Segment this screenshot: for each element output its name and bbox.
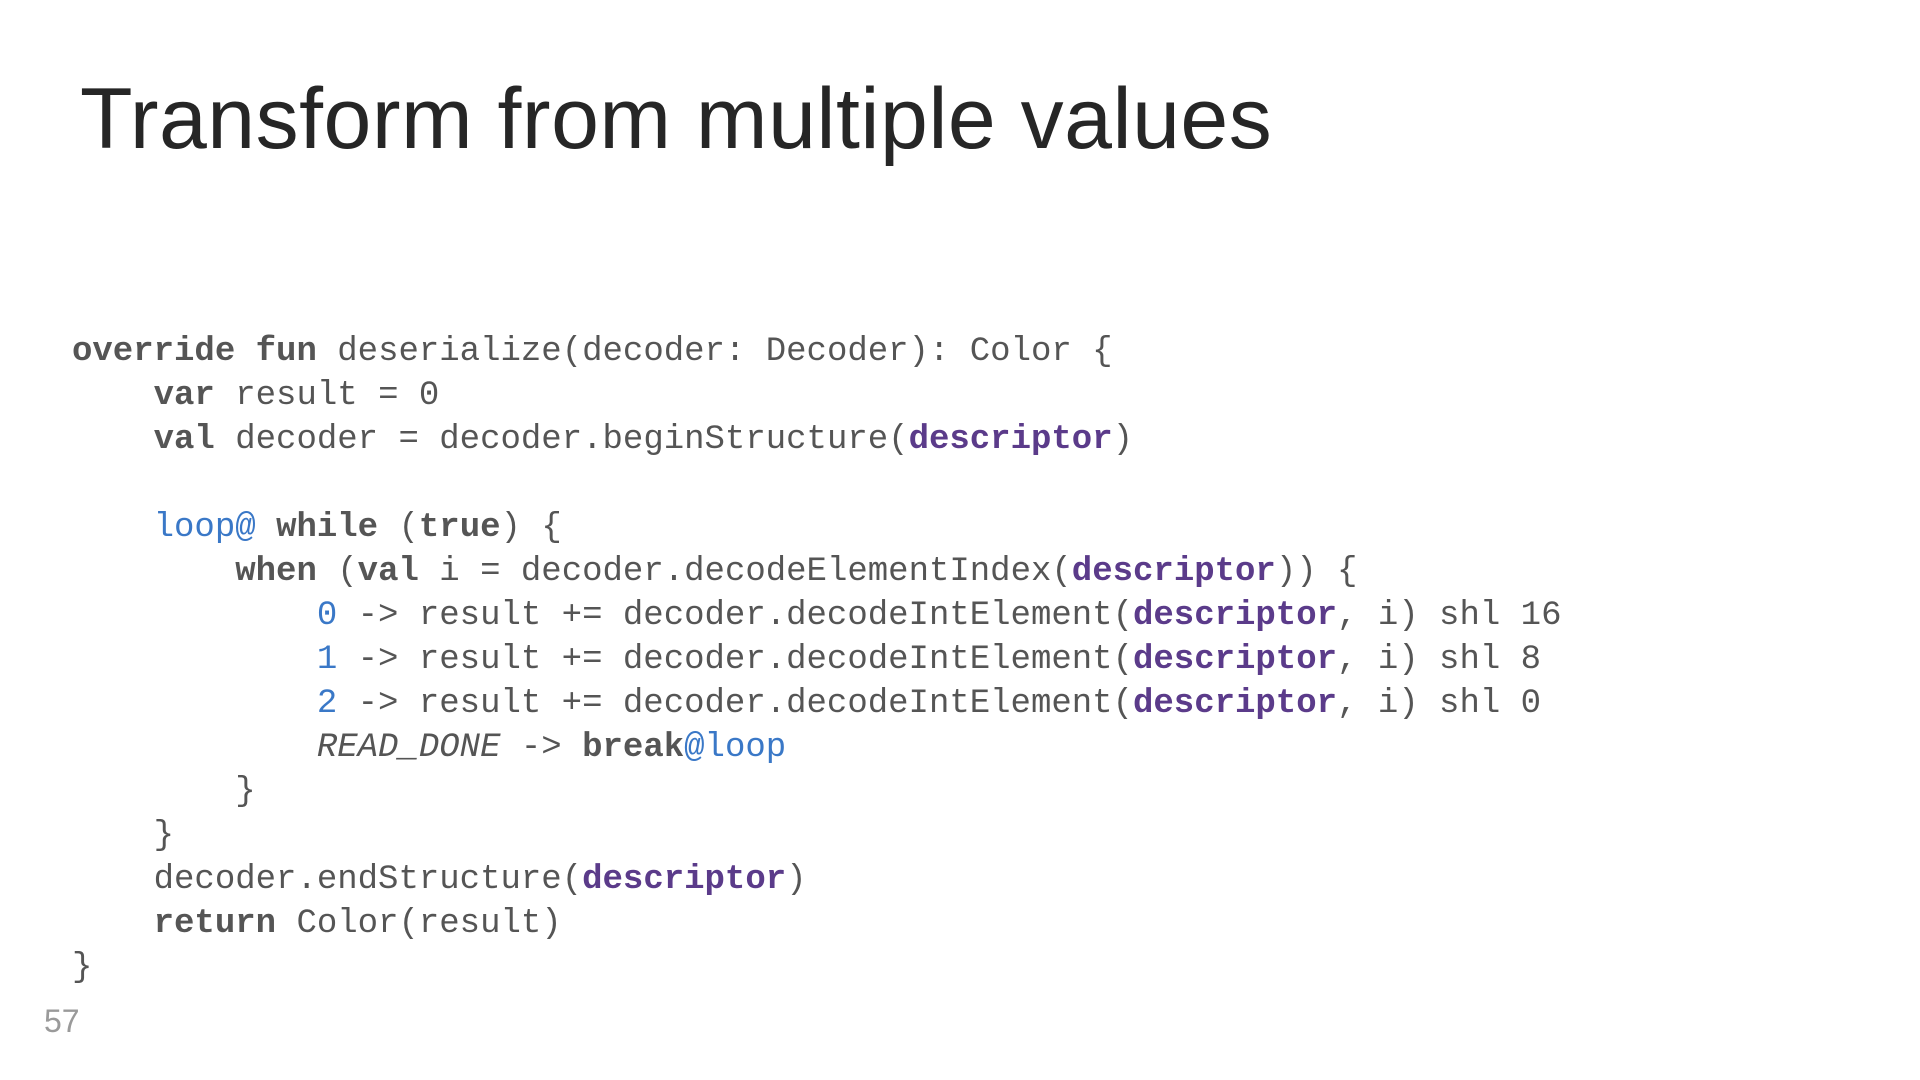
- keyword-fun: fun: [256, 333, 317, 371]
- code-text: , i) shl 8: [1337, 641, 1541, 679]
- code-text: i = decoder.decodeElementIndex(: [419, 553, 1072, 591]
- code-indent: [72, 421, 154, 459]
- literal-1: 1: [317, 641, 337, 679]
- code-block: override fun deserialize(decoder: Decode…: [72, 330, 1561, 990]
- keyword-return: return: [154, 905, 276, 943]
- slide: Transform from multiple values override …: [0, 0, 1920, 1080]
- read-done: READ_DONE: [317, 729, 501, 767]
- slide-title: Transform from multiple values: [80, 70, 1272, 169]
- code-text: )) {: [1276, 553, 1358, 591]
- code-text: Color(result): [276, 905, 562, 943]
- keyword-override: override: [72, 333, 235, 371]
- code-indent: [72, 509, 154, 547]
- keyword-true: true: [419, 509, 501, 547]
- code-text: ) {: [501, 509, 562, 547]
- code-text: decoder = decoder.beginStructure(: [215, 421, 909, 459]
- code-text: ->: [500, 729, 582, 767]
- code-text: -> result += decoder.decodeIntElement(: [337, 597, 1133, 635]
- code-text: ): [1113, 421, 1133, 459]
- descriptor-ref: descriptor: [909, 421, 1113, 459]
- code-indent: [72, 861, 154, 899]
- keyword-val: val: [154, 421, 215, 459]
- code-indent: [72, 641, 317, 679]
- code-indent: [72, 597, 317, 635]
- code-indent: [72, 905, 154, 943]
- code-indent: [72, 817, 154, 855]
- descriptor-ref: descriptor: [1072, 553, 1276, 591]
- keyword-while: while: [276, 509, 378, 547]
- code-indent: [72, 729, 317, 767]
- keyword-when: when: [235, 553, 317, 591]
- literal-2: 2: [317, 685, 337, 723]
- code-text: , i) shl 16: [1337, 597, 1561, 635]
- descriptor-ref: descriptor: [582, 861, 786, 899]
- keyword-val: val: [358, 553, 419, 591]
- code-indent: [72, 773, 235, 811]
- loop-label-ref: @loop: [684, 729, 786, 767]
- descriptor-ref: descriptor: [1133, 641, 1337, 679]
- code-text: (: [317, 553, 358, 591]
- code-text: -> result += decoder.decodeIntElement(: [337, 685, 1133, 723]
- code-text: (: [378, 509, 419, 547]
- code-text: [256, 509, 276, 547]
- descriptor-ref: descriptor: [1133, 597, 1337, 635]
- code-indent: [72, 685, 317, 723]
- keyword-var: var: [154, 377, 215, 415]
- code-text: result = 0: [215, 377, 439, 415]
- descriptor-ref: descriptor: [1133, 685, 1337, 723]
- code-text: -> result += decoder.decodeIntElement(: [337, 641, 1133, 679]
- code-indent: [72, 553, 235, 591]
- code-indent: [72, 377, 154, 415]
- code-text: }: [154, 817, 174, 855]
- code-text: , i) shl 0: [1337, 685, 1541, 723]
- keyword-break: break: [582, 729, 684, 767]
- code-text: decoder.endStructure(: [154, 861, 582, 899]
- code-text: }: [235, 773, 255, 811]
- loop-label: loop@: [154, 509, 256, 547]
- page-number: 57: [44, 1003, 80, 1040]
- literal-0: 0: [317, 597, 337, 635]
- code-text: ): [786, 861, 806, 899]
- code-text: deserialize(decoder: Decoder): Color {: [317, 333, 1113, 371]
- code-text: }: [72, 949, 92, 987]
